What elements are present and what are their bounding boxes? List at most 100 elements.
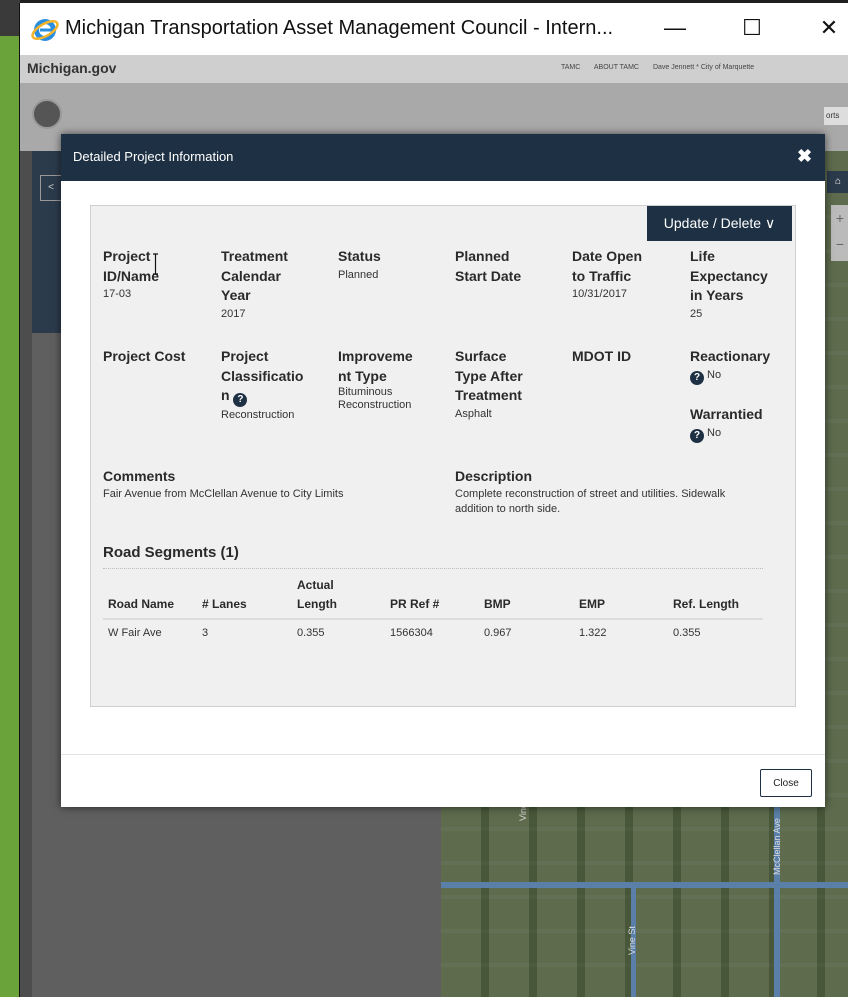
modal-footer-divider xyxy=(61,754,825,755)
field-project-cost: Project Cost xyxy=(103,347,213,367)
road-segments-title: Road Segments (1) xyxy=(103,544,239,561)
project-detail-modal: Detailed Project Information ✖ Update / … xyxy=(61,134,825,807)
field-label: Planned Start Date xyxy=(455,248,522,284)
road-highlight xyxy=(441,882,848,888)
column-header[interactable]: Ref. Length xyxy=(668,576,763,620)
help-icon[interactable]: ? xyxy=(233,393,248,407)
text-cursor-icon xyxy=(153,253,158,275)
field-mdot-id: MDOT ID xyxy=(572,347,682,367)
road-label: Vine St xyxy=(627,926,637,955)
field-improvement-type: Improveme nt Type Bituminous Reconstructi… xyxy=(338,347,448,412)
map-zoom-control[interactable]: + − xyxy=(831,205,848,261)
update-delete-label: Update / Delete xyxy=(663,215,762,231)
column-header[interactable]: PR Ref # xyxy=(385,576,479,620)
field-value: 25 xyxy=(690,307,703,320)
field-label: Reactionary xyxy=(690,348,771,364)
field-life-expectancy: Life Expectancy in Years 25 xyxy=(690,247,790,323)
cell-lanes: 3 xyxy=(202,627,209,639)
top-links: TAMC ABOUT TAMC Dave Jennett * City of M… xyxy=(561,64,766,71)
field-date-open: Date Open to Traffic 10/31/2017 xyxy=(572,247,682,303)
column-header[interactable]: Actual Length xyxy=(292,576,385,620)
road-segments-table: Road Name # Lanes Actual Length PR Ref # … xyxy=(103,576,763,639)
field-planned-start: Planned Start Date xyxy=(455,247,565,286)
field-value: Asphalt xyxy=(455,407,492,420)
field-warrantied: Warrantied ? No xyxy=(690,405,795,443)
reports-tab[interactable]: orts xyxy=(824,107,848,125)
field-label: Project Classificatio n ? xyxy=(221,348,304,407)
field-comments: Comments Fair Avenue from McClellan Aven… xyxy=(103,467,443,502)
divider xyxy=(103,568,763,569)
field-label: Warrantied xyxy=(690,406,763,422)
project-info-panel: Update / Delete ∨ Project ID/Name 17-03 T… xyxy=(90,205,796,707)
field-label: Status xyxy=(338,248,381,264)
field-label: Comments xyxy=(103,468,176,484)
field-project-classification: Project Classificatio n ? Reconstruction xyxy=(221,347,331,424)
field-label: Improveme nt Type xyxy=(338,348,413,384)
zoom-in-button[interactable]: + xyxy=(831,205,848,231)
field-reactionary: Reactionary ? No xyxy=(690,347,795,385)
field-value: 10/31/2017 xyxy=(572,288,628,300)
link-about-tamc[interactable]: ABOUT TAMC xyxy=(594,64,639,71)
table-row[interactable]: W Fair Ave 3 0.355 1566304 0.967 1.322 0… xyxy=(103,619,763,639)
desktop-background xyxy=(0,0,20,997)
field-value: 2017 xyxy=(221,307,246,320)
update-delete-button[interactable]: Update / Delete ∨ xyxy=(647,206,792,241)
modal-header: Detailed Project Information ✖ xyxy=(61,134,825,181)
title-bar: Michigan Transportation Asset Management… xyxy=(20,3,848,55)
cell-road-name: W Fair Ave xyxy=(108,627,162,639)
column-header[interactable]: BMP xyxy=(479,576,574,620)
field-label: Life Expectancy in Years xyxy=(690,248,768,303)
cell-actual-length: 0.355 xyxy=(297,627,325,639)
modal-title: Detailed Project Information xyxy=(73,149,234,164)
modal-close-icon[interactable]: ✖ xyxy=(797,146,812,167)
field-description: Description Complete reconstruction of s… xyxy=(455,467,760,517)
column-header[interactable]: EMP xyxy=(574,576,668,620)
back-button[interactable]: < xyxy=(40,175,62,201)
help-icon[interactable]: ? xyxy=(690,428,704,443)
field-label: Description xyxy=(455,468,533,484)
field-value: Complete reconstruction of street and ut… xyxy=(455,487,726,515)
warrantied-value: No xyxy=(707,426,722,439)
map-home-button[interactable]: ⌂ xyxy=(827,171,848,193)
browser-window: Michigan Transportation Asset Management… xyxy=(19,3,848,997)
column-header[interactable]: Road Name xyxy=(103,576,197,620)
field-label: MDOT ID xyxy=(572,348,632,364)
field-value: ? No xyxy=(690,425,795,443)
field-surface-type: Surface Type After Treatment Asphalt xyxy=(455,347,565,423)
field-value: 17-03 xyxy=(103,288,132,300)
page-content: Michigan.gov TAMC ABOUT TAMC Dave Jennet… xyxy=(20,55,848,997)
close-window-button[interactable]: ✕ xyxy=(814,13,844,43)
link-user[interactable]: Dave Jennett * City of Marquette xyxy=(653,64,754,71)
chevron-down-icon: ∨ xyxy=(764,215,776,231)
field-value: Planned xyxy=(338,268,379,281)
field-treatment-year: Treatment Calendar Year 2017 xyxy=(221,247,331,323)
field-label: Project Cost xyxy=(103,348,186,364)
michigan-gov-bar: Michigan.gov TAMC ABOUT TAMC Dave Jennet… xyxy=(20,55,848,83)
michigan-gov-logo[interactable]: Michigan.gov xyxy=(27,60,116,76)
help-icon[interactable]: ? xyxy=(690,370,704,385)
field-label: Treatment Calendar Year xyxy=(221,248,288,303)
window-title: Michigan Transportation Asset Management… xyxy=(65,17,614,39)
reactionary-value: No xyxy=(707,368,722,381)
field-value: Bituminous Reconstruction xyxy=(338,386,412,411)
column-header[interactable]: # Lanes xyxy=(197,576,292,620)
road-label: McClellan Ave xyxy=(772,818,782,875)
maximize-button[interactable]: ☐ xyxy=(737,13,767,43)
zoom-out-button[interactable]: − xyxy=(831,231,848,257)
field-label: Surface Type After Treatment xyxy=(455,348,523,403)
field-value: Reconstruction xyxy=(221,409,295,421)
field-value: Fair Avenue from McClellan Avenue to Cit… xyxy=(103,487,344,500)
internet-explorer-icon xyxy=(31,19,59,41)
field-label: Date Open to Traffic xyxy=(572,248,643,284)
cell-ref-length: 0.355 xyxy=(673,627,701,639)
table-header-row: Road Name # Lanes Actual Length PR Ref # … xyxy=(103,576,763,620)
close-button[interactable]: Close xyxy=(760,769,812,797)
minimize-button[interactable]: — xyxy=(660,13,690,43)
cell-pr-ref: 1566304 xyxy=(390,627,433,639)
cell-emp: 1.322 xyxy=(579,627,607,639)
tamc-logo xyxy=(32,99,62,129)
field-status: Status Planned xyxy=(338,247,448,284)
cell-bmp: 0.967 xyxy=(484,627,512,639)
link-tamc[interactable]: TAMC xyxy=(561,64,580,71)
field-value: ? No xyxy=(690,367,795,385)
